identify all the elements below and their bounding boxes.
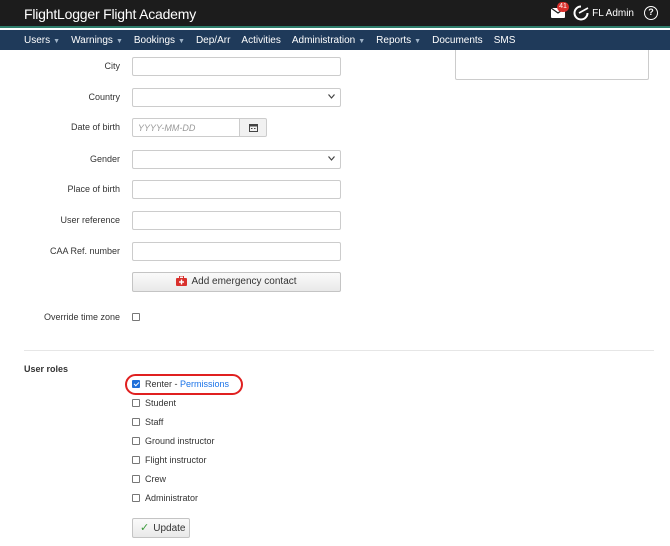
role-checkbox[interactable]: [132, 418, 140, 426]
user-reference-input[interactable]: [132, 211, 341, 230]
country-select[interactable]: [132, 88, 341, 107]
user-reference-label: User reference: [60, 215, 120, 225]
role-checkbox[interactable]: [132, 475, 140, 483]
role-label-text: Renter: [145, 379, 173, 389]
role-label: Staff: [145, 417, 163, 427]
role-checkbox[interactable]: [132, 494, 140, 502]
role-label-text: Staff: [145, 417, 164, 427]
nav-list: Users ▼ Warnings ▼ Bookings ▼ Dep/Arr Activitie…: [0, 30, 670, 50]
role-label-text: Crew: [145, 474, 167, 484]
nav-item-label: Warnings: [71, 34, 113, 46]
role-label: Ground instructor: [145, 436, 215, 446]
calendar-button[interactable]: [239, 118, 267, 137]
caret-down-icon: ▼: [358, 37, 366, 45]
nav-item-label: Users: [24, 34, 51, 46]
brand-title[interactable]: FlightLogger Flight Academy: [24, 6, 196, 22]
caa-input[interactable]: [132, 242, 341, 261]
nav-item-reports[interactable]: Reports ▼: [376, 35, 421, 46]
country-label: Country: [88, 92, 120, 102]
help-icon[interactable]: ?: [644, 6, 658, 20]
update-button-label: Update: [153, 523, 186, 534]
top-right-area: 41 FL Admin ?: [551, 2, 658, 21]
role-separator: -: [172, 379, 181, 389]
role-checkbox[interactable]: [132, 456, 140, 464]
nav-item-warnings[interactable]: Warnings ▼: [71, 35, 123, 46]
chevron-down-icon: [328, 94, 335, 99]
override-tz-row: Override time zone: [0, 308, 360, 328]
nav-item-users[interactable]: Users ▼: [24, 35, 60, 46]
nav-item-label: SMS: [493, 34, 516, 46]
nav-item-dep-arr[interactable]: Dep/Arr: [196, 35, 230, 46]
dob-input[interactable]: YYYY-MM-DD: [132, 118, 240, 137]
role-checkbox[interactable]: [132, 380, 140, 388]
top-bar: FlightLogger Flight Academy 41 FL Admin …: [0, 0, 670, 28]
add-emergency-contact-label: Add emergency contact: [191, 276, 297, 287]
nav-item-bookings[interactable]: Bookings ▼: [134, 35, 185, 46]
role-label: Administrator: [145, 493, 198, 503]
update-button[interactable]: ✓ Update: [132, 518, 190, 538]
add-emergency-contact-button[interactable]: Add emergency contact: [132, 272, 341, 292]
role-label-text: Ground instructor: [145, 436, 215, 446]
messages-button[interactable]: 41: [551, 2, 569, 18]
calendar-icon: [249, 124, 258, 132]
override-tz-label: Override time zone: [43, 312, 120, 322]
city-label: City: [104, 61, 121, 71]
gender-row: Gender: [0, 150, 360, 170]
chevron-down-icon: [328, 156, 335, 161]
place-of-birth-input[interactable]: [132, 180, 341, 199]
nav-item-administration[interactable]: Administration ▼: [292, 35, 365, 46]
override-tz-checkbox[interactable]: [132, 313, 140, 321]
place-of-birth-row: Place of birth: [0, 180, 360, 200]
user-roles-title: User roles: [24, 364, 69, 374]
nav-item-label: Reports: [376, 34, 412, 46]
role-label-text: Flight instructor: [145, 455, 207, 465]
country-row: Country: [0, 88, 360, 108]
city-row: City: [0, 57, 360, 77]
caa-label: CAA Ref. number: [49, 246, 120, 256]
user-menu[interactable]: FL Admin: [592, 8, 634, 19]
caret-down-icon: ▼: [115, 37, 123, 45]
first-aid-kit-icon: [176, 275, 188, 286]
nav-item-activities[interactable]: Activities: [241, 35, 280, 46]
checkmark-icon: ✓: [140, 522, 150, 534]
role-label: Student: [145, 398, 176, 408]
role-checkbox[interactable]: [132, 437, 140, 445]
role-label: Crew: [145, 474, 166, 484]
city-input[interactable]: [132, 57, 341, 76]
role-checkbox[interactable]: [132, 399, 140, 407]
role-label-text: Student: [145, 398, 177, 408]
gender-select[interactable]: [132, 150, 341, 169]
dob-row: Date of birth YYYY-MM-DD: [0, 118, 360, 138]
nav-item-label: Documents: [432, 34, 483, 46]
user-reference-row: User reference: [0, 211, 360, 231]
mail-count-badge: 41: [557, 2, 569, 12]
dob-label: Date of birth: [70, 122, 120, 132]
nav-item-label: Activities: [241, 34, 281, 46]
caret-down-icon: ▼: [414, 37, 422, 45]
role-label-text: Administrator: [145, 493, 199, 503]
permissions-link[interactable]: Permissions: [180, 379, 229, 389]
flightlogger-logo-icon: [573, 5, 589, 21]
section-divider: [24, 350, 654, 351]
nav-item-label: Administration: [291, 34, 356, 46]
nav-item-sms[interactable]: SMS: [494, 35, 516, 46]
nav-item-documents[interactable]: Documents: [432, 35, 483, 46]
caa-row: CAA Ref. number: [0, 242, 360, 262]
role-label: Renter - Permissions: [145, 379, 229, 389]
role-label: Flight instructor: [145, 455, 207, 465]
caret-down-icon: ▼: [178, 37, 185, 45]
caret-down-icon: ▼: [53, 37, 61, 45]
place-of-birth-label: Place of birth: [67, 184, 120, 194]
gender-label: Gender: [89, 154, 120, 164]
nav-item-label: Dep/Arr: [195, 34, 231, 46]
nav-item-label: Bookings: [133, 34, 176, 46]
main-navigation: Users ▼ Warnings ▼ Bookings ▼ Dep/Arr Activitie…: [0, 30, 670, 50]
side-panel-box: [455, 50, 649, 80]
